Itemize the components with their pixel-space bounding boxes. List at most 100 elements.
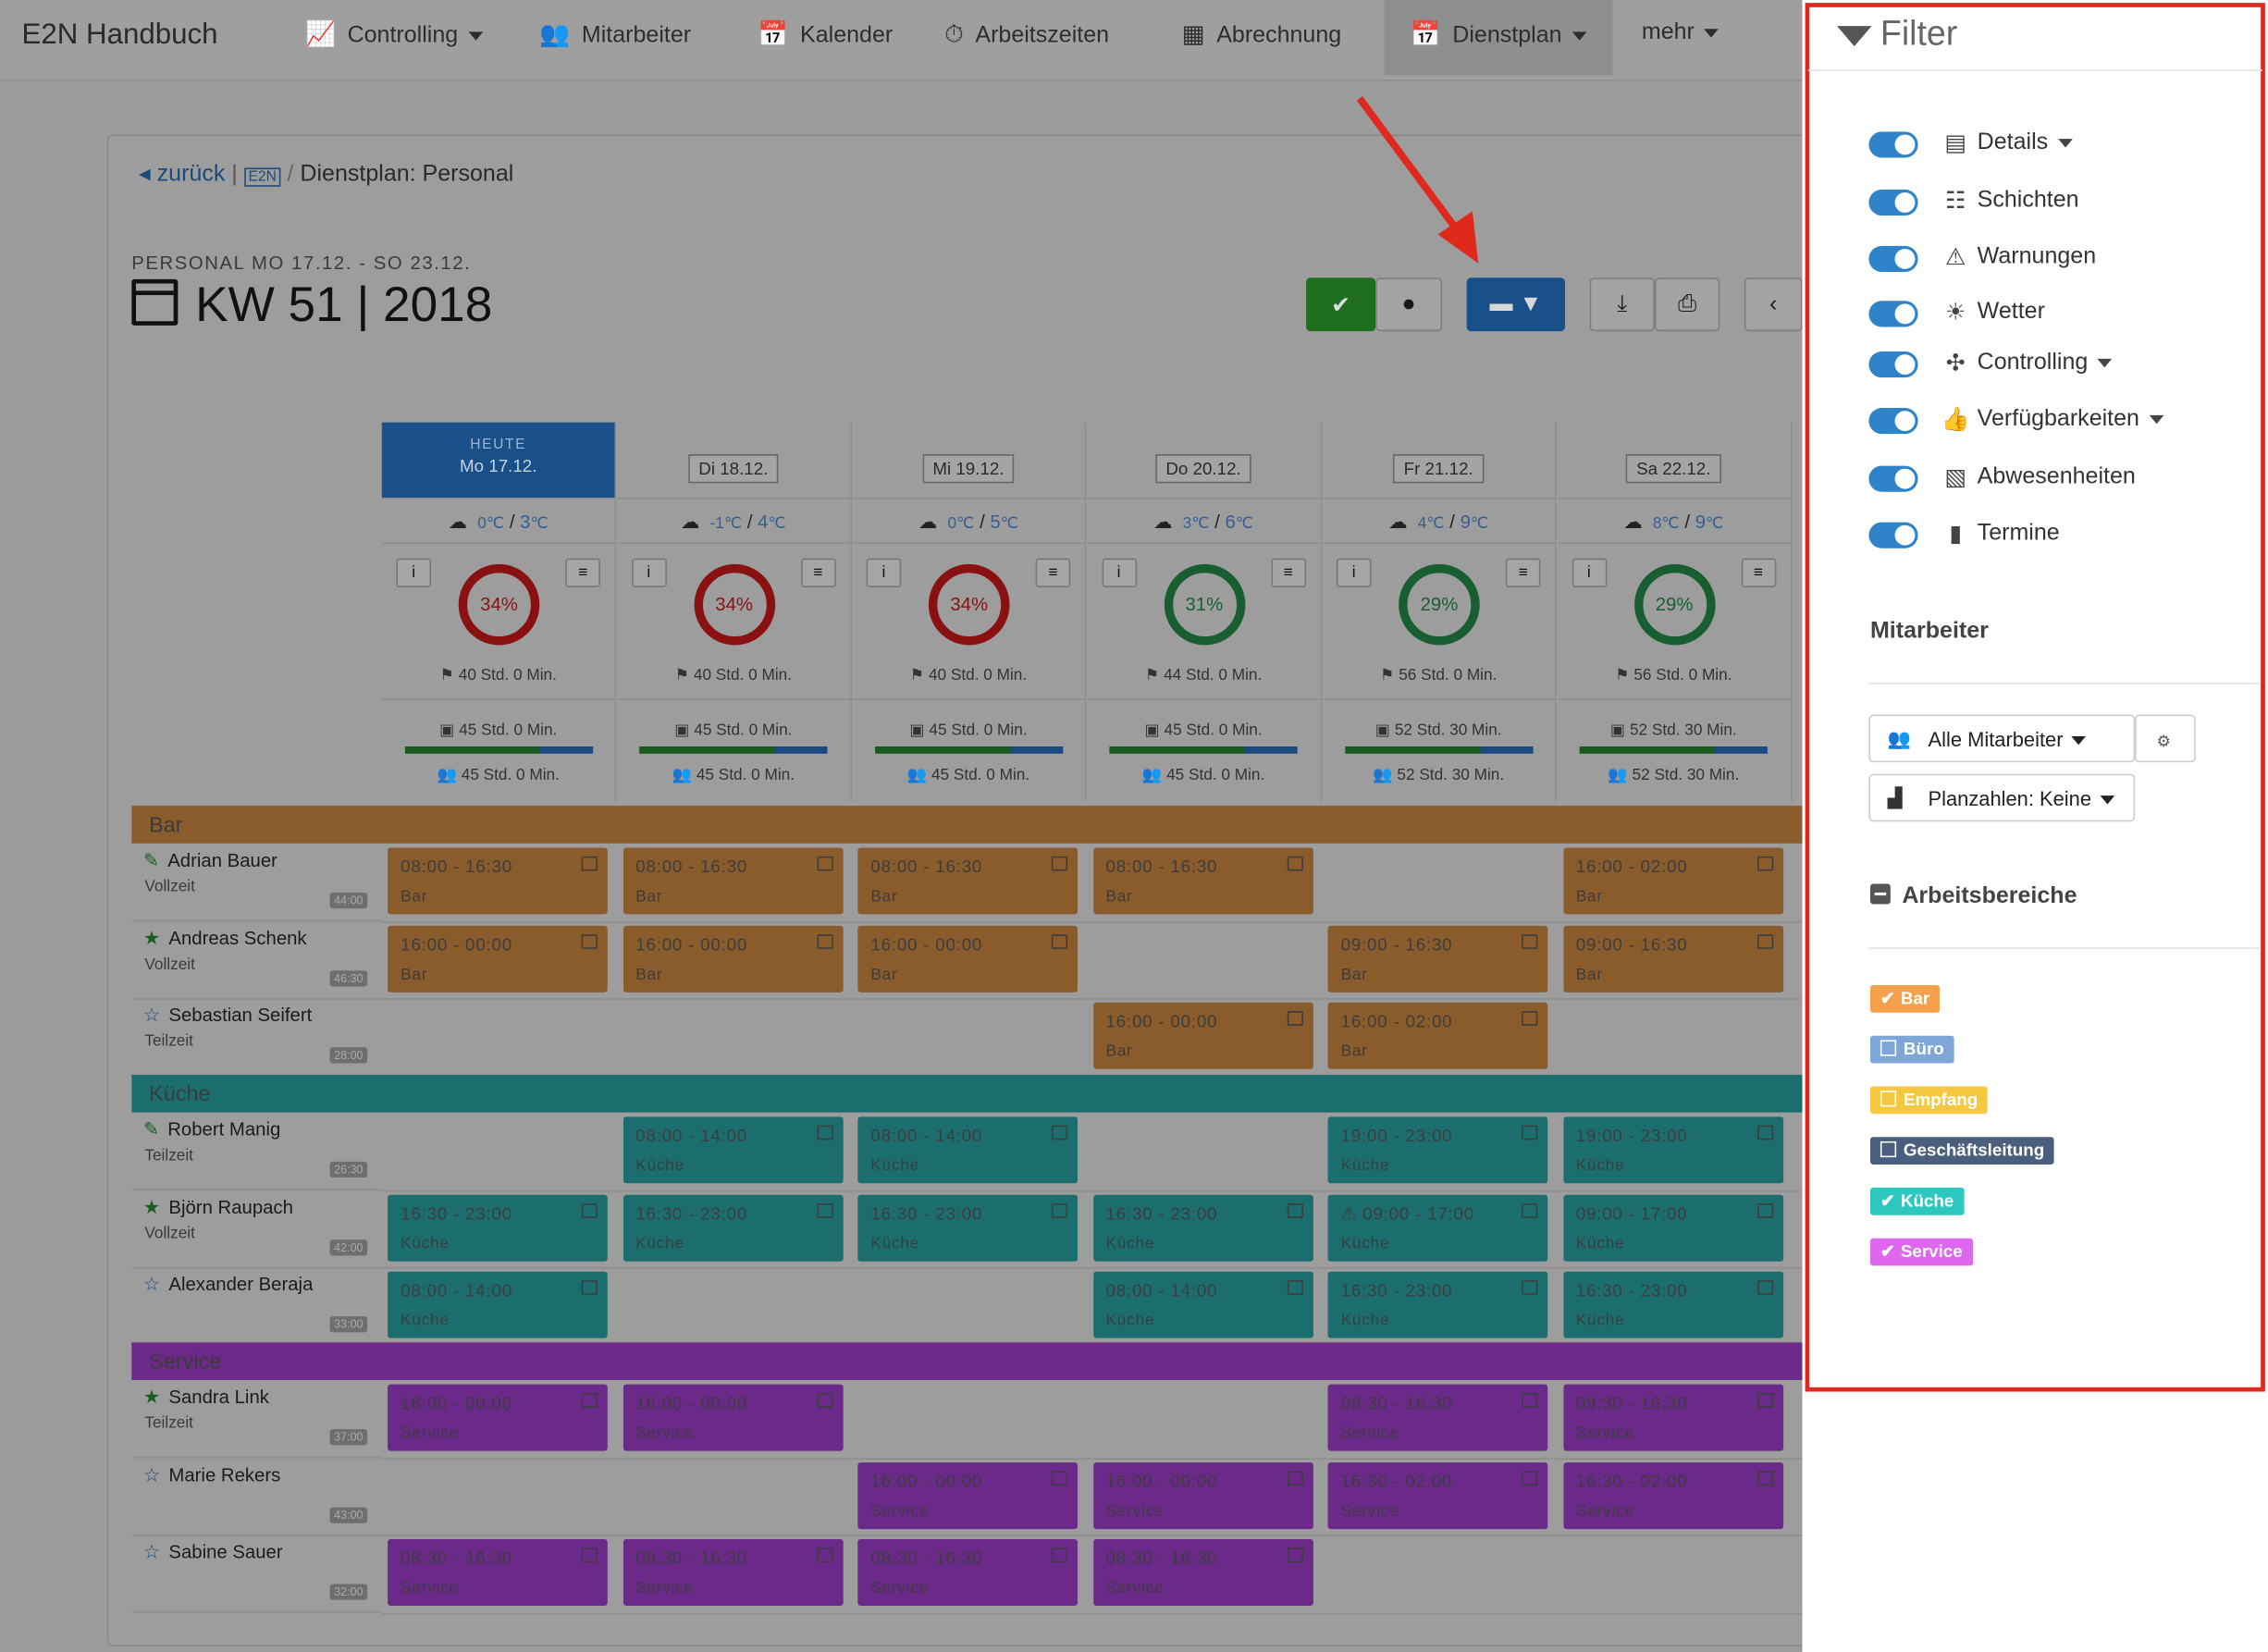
shift-block[interactable]: 16:30 - 23:00 Küche: [1327, 1272, 1548, 1339]
nav-kalender[interactable]: 📅 Kalender: [758, 20, 893, 49]
shift-block[interactable]: 16:30 - 23:00 Küche: [857, 1194, 1079, 1262]
shift-block[interactable]: 08:00 - 16:30 Bar: [622, 847, 843, 915]
nav-arbeitszeiten[interactable]: ⏱ Arbeitszeiten: [944, 20, 1109, 49]
plan-select[interactable]: ▟ Planzahlen: Keine: [1868, 773, 2136, 822]
nav-dienstplan[interactable]: 📅 Dienstplan: [1384, 0, 1613, 76]
nav-abrechnung[interactable]: ▦ Abrechnung: [1182, 20, 1342, 49]
shift-block[interactable]: 09:30 - 16:30 Service: [1327, 1384, 1548, 1451]
shift-block[interactable]: 08:30 - 16:30 Service: [388, 1539, 608, 1607]
employee-name[interactable]: ✎ Robert Manig: [143, 1118, 280, 1141]
toggle-switch[interactable]: [1868, 408, 1918, 435]
shift-block[interactable]: ⚠ 09:00 - 17:00 Küche: [1327, 1194, 1548, 1262]
employee-name[interactable]: ★ Björn Raupach: [143, 1196, 293, 1219]
area-tag-3[interactable]: Geschäftsleitung: [1869, 1137, 2055, 1165]
area-tag-0[interactable]: ✔ Bar: [1869, 985, 1941, 1013]
shift-block[interactable]: 08:00 - 14:00 Küche: [1092, 1272, 1313, 1339]
shift-block[interactable]: 08:30 - 16:30 Service: [1092, 1539, 1313, 1607]
day-label[interactable]: Mi 19.12.: [922, 454, 1015, 484]
info-button[interactable]: i: [1336, 558, 1372, 587]
info-button[interactable]: i: [631, 558, 667, 587]
brand-title[interactable]: E2N Handbuch: [21, 18, 217, 52]
nav-mitarbeiter[interactable]: 👥 Mitarbeiter: [539, 20, 691, 49]
day-label[interactable]: Do 20.12.: [1155, 454, 1251, 484]
nav-mehr[interactable]: mehr: [1642, 20, 1719, 46]
employee-name[interactable]: ☆ Alexander Beraja: [143, 1274, 314, 1297]
info-button[interactable]: i: [1572, 558, 1607, 587]
menu-button[interactable]: ≡: [1505, 558, 1541, 587]
employee-name[interactable]: ✎ Adrian Bauer: [143, 849, 277, 872]
prev-week-button[interactable]: ‹: [1744, 277, 1803, 332]
day-label[interactable]: Di 18.12.: [688, 454, 779, 484]
shift-block[interactable]: 19:00 - 23:00 Küche: [1327, 1116, 1548, 1184]
shift-block[interactable]: 08:00 - 16:30 Bar: [857, 847, 1079, 915]
day-header[interactable]: Di 18.12.: [617, 423, 850, 498]
shift-block[interactable]: 16:30 - 02:00 Service: [1327, 1461, 1548, 1529]
shift-block[interactable]: 08:00 - 14:00 Küche: [388, 1272, 608, 1339]
day-label[interactable]: Sa 22.12.: [1626, 454, 1721, 484]
menu-button[interactable]: ≡: [1270, 558, 1306, 587]
shift-block[interactable]: 16:00 - 00:00 Service: [622, 1384, 843, 1451]
shift-block[interactable]: 09:00 - 17:00 Küche: [1562, 1194, 1783, 1262]
shift-block[interactable]: 16:00 - 00:00 Bar: [857, 925, 1079, 992]
shift-block[interactable]: 16:30 - 02:00 Service: [1562, 1461, 1783, 1529]
menu-button[interactable]: ≡: [1741, 558, 1776, 587]
shift-block[interactable]: 16:00 - 00:00 Service: [388, 1384, 608, 1451]
shift-block[interactable]: 16:30 - 23:00 Küche: [622, 1194, 843, 1262]
shift-block[interactable]: 16:00 - 00:00 Bar: [622, 925, 843, 992]
shift-block[interactable]: 16:00 - 00:00 Bar: [388, 925, 608, 992]
day-header[interactable]: Mi 19.12.: [852, 423, 1085, 498]
shift-block[interactable]: 16:00 - 00:00 Service: [1092, 1461, 1313, 1529]
employees-options-button[interactable]: ⚙: [2135, 714, 2196, 763]
shift-block[interactable]: 16:00 - 02:00 Bar: [1327, 1003, 1548, 1070]
shift-block[interactable]: 16:30 - 23:00 Küche: [1092, 1194, 1313, 1262]
menu-button[interactable]: ≡: [565, 558, 600, 587]
employee-name[interactable]: ☆ Sebastian Seifert: [143, 1005, 312, 1028]
toggle-switch[interactable]: [1868, 522, 1918, 549]
employee-name[interactable]: ☆ Marie Rekers: [143, 1463, 280, 1486]
info-button[interactable]: i: [866, 558, 902, 587]
shift-block[interactable]: 08:30 - 16:30 Service: [857, 1539, 1079, 1607]
toggle-switch[interactable]: [1868, 465, 1918, 492]
shift-block[interactable]: 09:30 - 16:30 Service: [1562, 1384, 1783, 1451]
shift-block[interactable]: 08:30 - 16:30 Service: [622, 1539, 843, 1607]
shift-block[interactable]: 19:00 - 23:00 Küche: [1562, 1116, 1783, 1184]
toggle-switch[interactable]: [1868, 301, 1918, 327]
day-label[interactable]: Mo 17.12.: [460, 456, 536, 476]
shift-block[interactable]: 16:30 - 23:00 Küche: [1562, 1272, 1783, 1339]
shift-block[interactable]: 16:00 - 00:00 Bar: [1092, 1003, 1313, 1070]
info-button[interactable]: i: [1101, 558, 1137, 587]
shift-block[interactable]: 08:00 - 14:00 Küche: [857, 1116, 1079, 1184]
area-tag-2[interactable]: Empfang: [1869, 1086, 1989, 1115]
day-header[interactable]: HEUTE Mo 17.12.: [381, 422, 615, 498]
filter-button[interactable]: ▬ ▼: [1466, 277, 1566, 332]
shift-block[interactable]: 08:00 - 14:00 Küche: [622, 1116, 843, 1184]
toggle-switch[interactable]: [1868, 131, 1918, 158]
toggle-switch[interactable]: [1868, 245, 1918, 273]
employees-select[interactable]: 👥 Alle Mitarbeiter: [1868, 714, 2136, 763]
shift-block[interactable]: 08:00 - 16:30 Bar: [388, 847, 608, 915]
shift-block[interactable]: 16:30 - 23:00 Küche: [388, 1194, 608, 1262]
publish-button[interactable]: ✔: [1306, 277, 1376, 332]
shift-block[interactable]: 09:00 - 16:30 Bar: [1562, 925, 1783, 992]
shift-block[interactable]: 09:00 - 16:30 Bar: [1327, 925, 1548, 992]
employee-name[interactable]: ★ Sandra Link: [143, 1386, 269, 1409]
toggle-switch[interactable]: [1868, 351, 1918, 378]
employee-name[interactable]: ★ Andreas Schenk: [143, 927, 307, 950]
nav-controlling[interactable]: 📈 Controlling: [305, 20, 483, 49]
menu-button[interactable]: ≡: [1035, 558, 1071, 587]
day-label[interactable]: Fr 21.12.: [1393, 454, 1484, 484]
shift-block[interactable]: 16:00 - 00:00 Service: [857, 1461, 1079, 1529]
comments-button[interactable]: ●: [1375, 277, 1443, 332]
download-button[interactable]: ⤓: [1589, 277, 1655, 332]
area-tag-4[interactable]: ✔ Küche: [1869, 1187, 1965, 1215]
shift-block[interactable]: 16:00 - 02:00 Bar: [1562, 847, 1783, 915]
area-tag-1[interactable]: Büro: [1869, 1035, 1954, 1064]
day-header[interactable]: Fr 21.12.: [1322, 423, 1555, 498]
area-tag-5[interactable]: ✔ Service: [1869, 1238, 1973, 1266]
employee-name[interactable]: ☆ Sabine Sauer: [143, 1541, 283, 1564]
day-header[interactable]: Do 20.12.: [1087, 423, 1320, 498]
menu-button[interactable]: ≡: [800, 558, 836, 587]
info-button[interactable]: i: [396, 558, 432, 587]
shift-block[interactable]: 08:00 - 16:30 Bar: [1092, 847, 1313, 915]
print-button[interactable]: ⎙: [1654, 277, 1720, 332]
